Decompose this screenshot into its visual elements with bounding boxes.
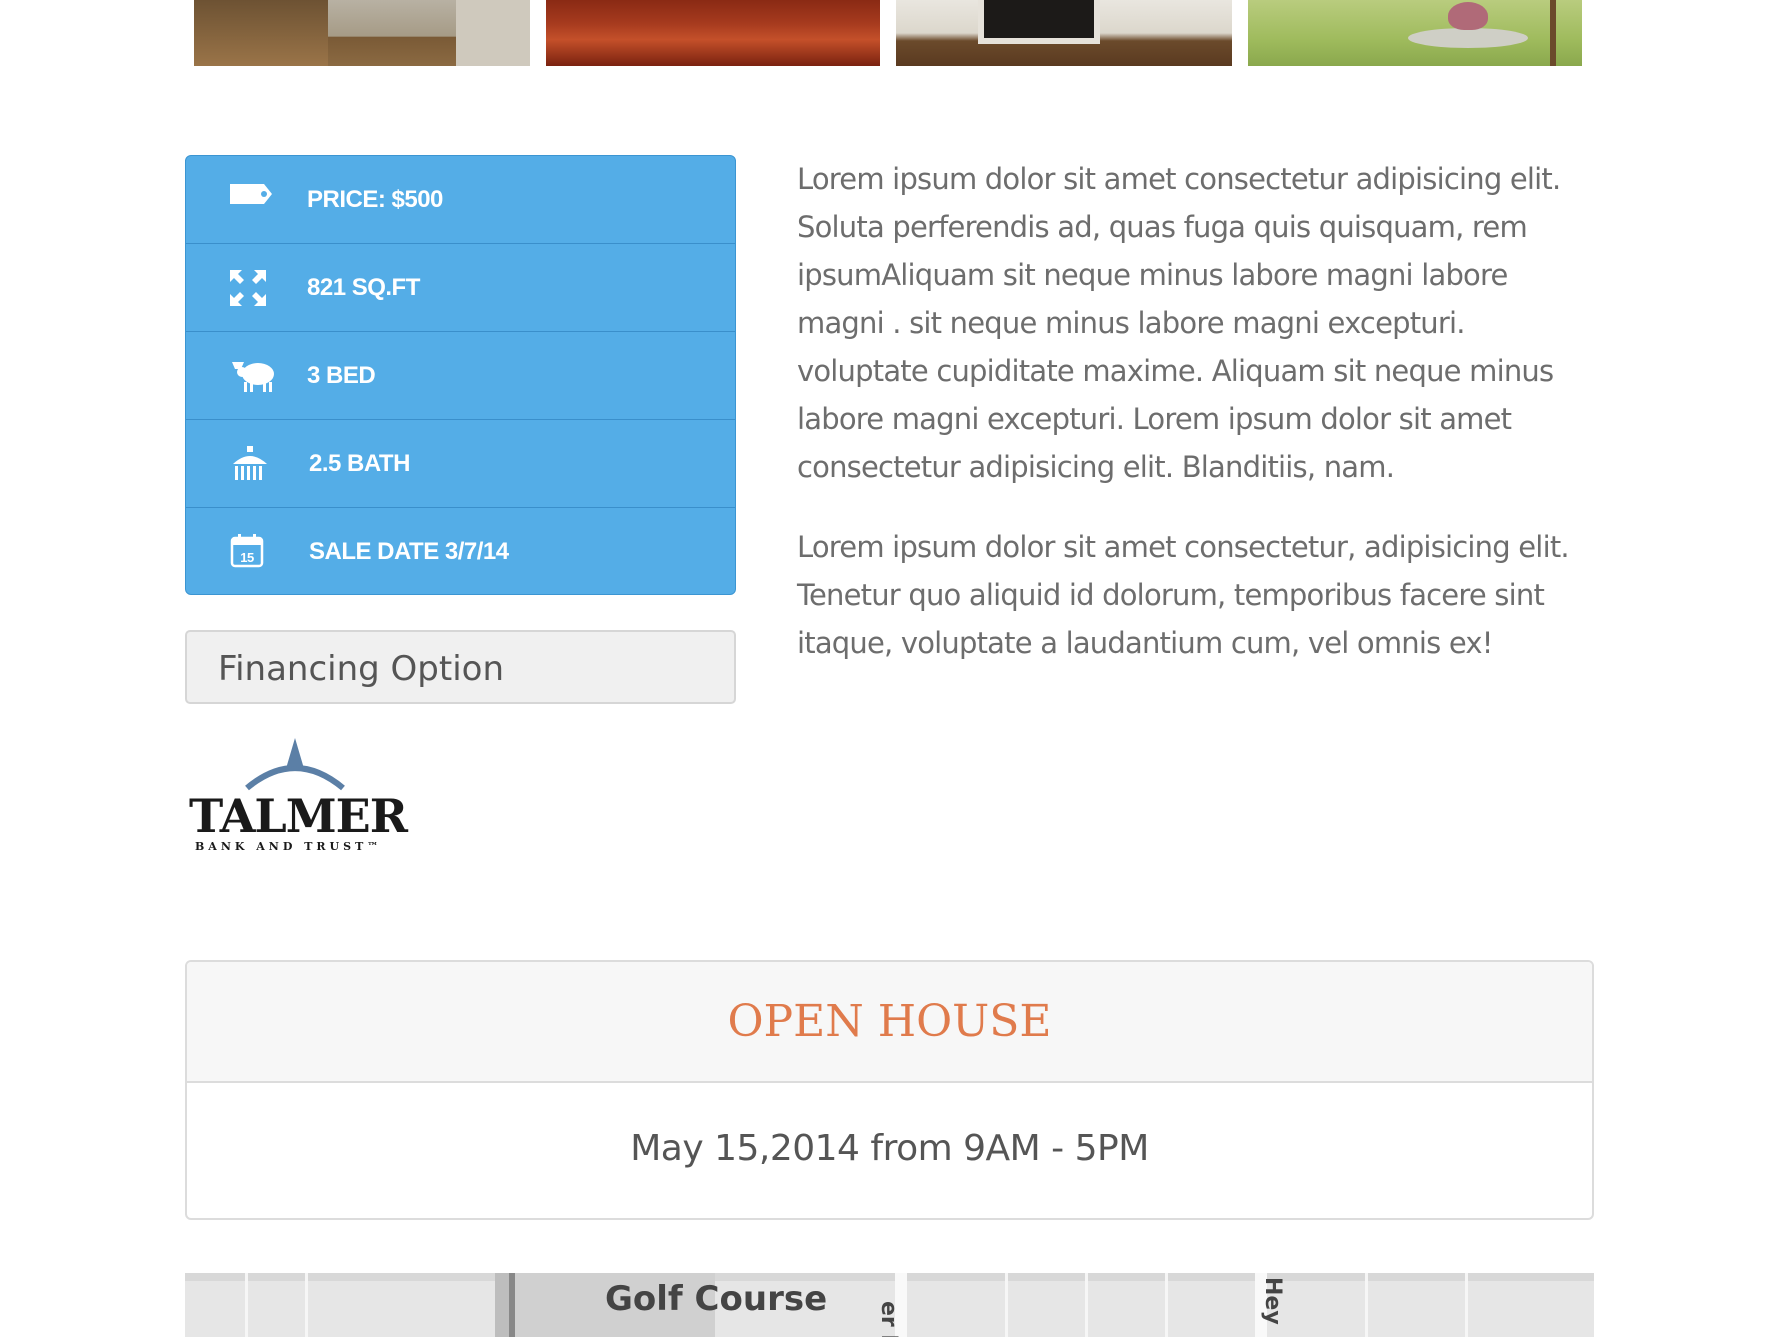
feature-label: 3 BED: [307, 362, 376, 389]
property-description: Lorem ipsum dolor sit amet consectetur a…: [797, 155, 1597, 699]
open-house-header: OPEN HOUSE: [187, 962, 1592, 1083]
feature-label: 2.5 BATH: [309, 450, 410, 477]
feature-label: PRICE: $500: [307, 186, 443, 213]
feature-area: 821 SQ.FT: [186, 244, 735, 332]
svg-text:15: 15: [240, 550, 254, 565]
gallery-thumbnail[interactable]: [546, 0, 880, 66]
location-map[interactable]: Golf Course er R Hey: [185, 1273, 1594, 1337]
feature-sale-date: 15 SALE DATE 3/7/14: [186, 508, 735, 594]
financing-option-button[interactable]: Financing Option: [185, 630, 736, 704]
description-paragraph: Lorem ipsum dolor sit amet consectetur, …: [797, 530, 1570, 660]
open-house-body: May 15,2014 from 9AM - 5PM: [187, 1083, 1592, 1169]
property-features: PRICE: $500 821 SQ.FT 3 BED 2.5 BATH 15 …: [185, 155, 736, 595]
svg-text:TALMER: TALMER: [189, 789, 409, 843]
open-house-title: OPEN HOUSE: [727, 996, 1052, 1047]
feature-beds: 3 BED: [186, 332, 735, 420]
price-tag-icon: [230, 182, 272, 218]
gallery-thumbnail[interactable]: [1248, 0, 1582, 66]
feature-label: SALE DATE 3/7/14: [309, 538, 509, 565]
gallery-thumbnail[interactable]: [896, 0, 1232, 66]
description-paragraph: Lorem ipsum dolor sit amet consectetur a…: [797, 162, 1561, 484]
bed-icon: [230, 358, 274, 394]
open-house-date: May 15,2014 from 9AM - 5PM: [630, 1128, 1149, 1169]
map-label: Hey: [1260, 1277, 1285, 1325]
expand-arrows-icon: [230, 270, 270, 306]
shower-icon: [230, 446, 270, 482]
feature-price: PRICE: $500: [186, 156, 735, 244]
open-house-panel: OPEN HOUSE May 15,2014 from 9AM - 5PM: [185, 960, 1594, 1220]
svg-text:BANK AND TRUST™: BANK AND TRUST™: [195, 840, 382, 853]
talmer-bank-logo: TALMER BANK AND TRUST™: [185, 738, 415, 853]
map-label: Golf Course: [605, 1279, 828, 1319]
feature-baths: 2.5 BATH: [186, 420, 735, 508]
map-label: er R: [876, 1301, 901, 1337]
feature-label: 821 SQ.FT: [307, 274, 420, 301]
gallery-thumbnail[interactable]: [194, 0, 530, 66]
calendar-icon: 15: [230, 534, 270, 570]
